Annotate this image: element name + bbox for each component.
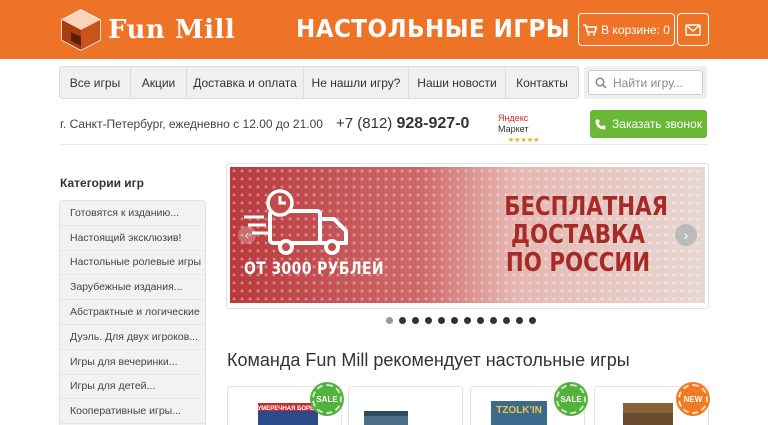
nav-item-contacts[interactable]: Контакты [506, 67, 578, 98]
phone-icon [595, 119, 606, 129]
banner-headline-line: ПО РОССИИ [505, 248, 651, 278]
phone-main: 928-927-0 [396, 115, 470, 132]
yandex-market-badge[interactable]: Яндекс Маркет ★★★★★ [498, 113, 554, 146]
categories-list: Готовятся к изданию... Настоящий эксклюз… [59, 200, 206, 425]
pager-dot[interactable] [464, 317, 471, 324]
delivery-truck-icon [244, 189, 348, 255]
pager-dot[interactable] [529, 317, 536, 324]
product-image [364, 411, 408, 425]
pager-dot[interactable] [516, 317, 523, 324]
banner-headline: БЕСПЛАТНАЯ ДОСТАВКА ПО РОССИИ [504, 192, 669, 278]
pager-dot[interactable] [399, 317, 406, 324]
sale-badge: SALE [312, 384, 342, 414]
category-item[interactable]: Кооперативные игры... [60, 399, 205, 425]
recommend-title: Команда Fun Mill рекомендует настольные … [227, 350, 630, 370]
callback-button[interactable]: Заказать звонок [590, 110, 707, 138]
categories-title: Категории игр [60, 176, 144, 190]
nav-item-promotions[interactable]: Акции [131, 67, 187, 98]
nav-item-delivery[interactable]: Доставка и оплата [187, 67, 304, 98]
category-item[interactable]: Игры для вечеринки... [60, 350, 205, 375]
banner-prev-arrow[interactable]: ‹ [238, 226, 256, 244]
badge-label: SALE [316, 394, 338, 404]
promo-banner[interactable]: ОТ 3000 РУБЛЕЙ БЕСПЛАТНАЯ ДОСТАВКА ПО РО… [230, 167, 705, 303]
yandex-market-label: Яндекс Маркет [498, 113, 554, 135]
cart-button[interactable]: В корзине: 0 [578, 13, 675, 46]
category-item[interactable]: Игры для детей... [60, 375, 205, 400]
new-badge: NEW [678, 384, 708, 414]
search-box[interactable] [588, 70, 703, 95]
search-container [584, 66, 707, 99]
banner-headline-line: БЕСПЛАТНАЯ [504, 192, 669, 222]
category-item[interactable]: Настольные ролевые игры [60, 251, 205, 276]
main-nav: Все игры Акции Доставка и оплата Не нашл… [59, 66, 579, 99]
banner-next-arrow[interactable]: › [675, 224, 697, 246]
pager-dot[interactable] [477, 317, 484, 324]
sale-badge: SALE [556, 384, 586, 414]
nav-item-not-found[interactable]: Не нашли игру? [304, 67, 409, 98]
category-item[interactable]: Зарубежные издания... [60, 275, 205, 301]
phone-number[interactable]: +7 (812) 928-927-0 [336, 115, 469, 133]
product-card[interactable] [348, 386, 463, 425]
envelope-icon [685, 23, 701, 36]
category-item[interactable]: Настоящий эксклюзив! [60, 226, 205, 251]
pager-dot[interactable] [412, 317, 419, 324]
site-title: НАСТОЛЬНЫЕ ИГРЫ [296, 14, 571, 43]
product-box-text: СУМЕРЕЧНАЯ БОРЬБА [253, 406, 323, 412]
pager-dot[interactable] [451, 317, 458, 324]
banner-min-order: ОТ 3000 РУБЛЕЙ [244, 259, 384, 279]
cart-icon [583, 23, 598, 36]
banner-headline-line: ДОСТАВКА [511, 220, 645, 250]
badge-label: SALE [560, 394, 582, 404]
nav-item-news[interactable]: Наши новости [409, 67, 506, 98]
site-header: Fun Mill НАСТОЛЬНЫЕ ИГРЫ В корзине: 0 [0, 0, 768, 59]
pager-dot[interactable] [438, 317, 445, 324]
pager-dot[interactable] [503, 317, 510, 324]
nav-item-all-games[interactable]: Все игры [60, 67, 131, 98]
category-item[interactable]: Абстрактные и логические [60, 300, 205, 325]
pager-dot[interactable] [425, 317, 432, 324]
logo-text: Fun Mill [108, 15, 236, 45]
logo[interactable]: Fun Mill [60, 8, 235, 52]
category-item[interactable]: Дуэль. Для двух игроков... [60, 325, 205, 350]
pager-dot[interactable] [386, 317, 393, 324]
pager-dot[interactable] [490, 317, 497, 324]
search-icon [595, 76, 607, 89]
market-label: Маркет [498, 124, 529, 134]
banner-pagination [386, 317, 536, 324]
header-divider [59, 144, 709, 145]
cart-label: В корзине: 0 [601, 22, 670, 37]
category-item[interactable]: Готовятся к изданию... [60, 201, 205, 226]
city-hours: г. Санкт-Петербург, ежедневно с 12.00 до… [60, 117, 323, 131]
mail-button[interactable] [677, 13, 709, 46]
logo-cube-icon [61, 9, 101, 51]
search-input[interactable] [613, 75, 693, 90]
phone-prefix: +7 (812) [336, 115, 393, 132]
yandex-label: Яндекс [498, 113, 529, 123]
callback-label: Заказать звонок [612, 117, 702, 131]
badge-label: NEW [683, 394, 703, 404]
product-box-text: TZOLK'IN [496, 405, 542, 416]
